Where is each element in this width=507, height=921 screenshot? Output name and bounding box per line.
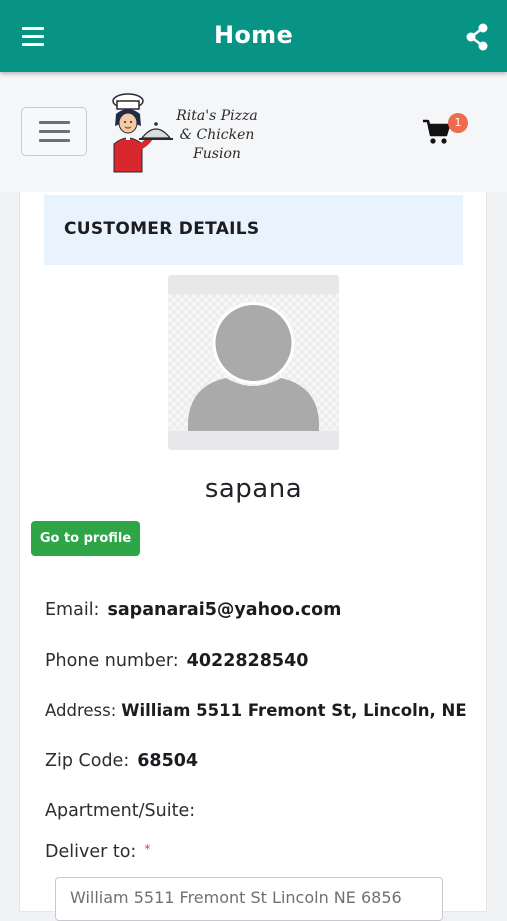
email-row: Email: sapanarai5@yahoo.com — [45, 600, 341, 620]
zip-label: Zip Code: — [45, 751, 130, 771]
section-header: CUSTOMER DETAILS — [44, 195, 463, 265]
address-row: Address: William 5511 Fremont St, Lincoln… — [45, 701, 467, 720]
logo-text-line: Fusion — [193, 146, 241, 162]
deliver-to-row: Deliver to: * — [45, 842, 150, 862]
deliver-to-label: Deliver to: — [45, 842, 137, 862]
phone-label: Phone number: — [45, 651, 179, 671]
logo-text-line: Rita's Pizza — [176, 108, 258, 124]
section-title: CUSTOMER DETAILS — [64, 219, 260, 239]
deliver-to-input[interactable]: William 5511 Fremont St Lincoln NE 6856 — [55, 877, 443, 921]
share-icon[interactable] — [463, 22, 493, 52]
zip-row: Zip Code: 68504 — [45, 751, 198, 771]
phone-value: 4022828540 — [186, 651, 309, 671]
required-mark: * — [144, 842, 151, 856]
default-user-icon — [188, 302, 319, 431]
apartment-label: Apartment/Suite: — [45, 801, 196, 821]
address-label: Address: — [45, 701, 117, 720]
customer-name: sapana — [204, 474, 303, 504]
logo-text-line: & Chicken — [179, 127, 255, 143]
app-bar: Home — [0, 0, 507, 72]
go-to-profile-button[interactable]: Go to profile — [31, 521, 140, 556]
zip-value: 68504 — [137, 751, 199, 771]
navbar-toggler-button[interactable] — [21, 107, 87, 156]
site-header: Rita's Pizza & Chicken Fusion — [0, 72, 507, 192]
avatar — [168, 275, 339, 450]
apartment-row: Apartment/Suite: — [45, 801, 203, 821]
chef-logo-icon — [112, 93, 173, 173]
address-value: William 5511 Fremont St, Lincoln, NE — [121, 701, 467, 720]
email-label: Email: — [45, 600, 100, 620]
phone-row: Phone number: 4022828540 — [45, 651, 308, 671]
cart-count-badge: 1 — [448, 113, 468, 133]
email-value: sapanarai5@yahoo.com — [107, 600, 342, 620]
page-title: Home — [213, 21, 294, 49]
